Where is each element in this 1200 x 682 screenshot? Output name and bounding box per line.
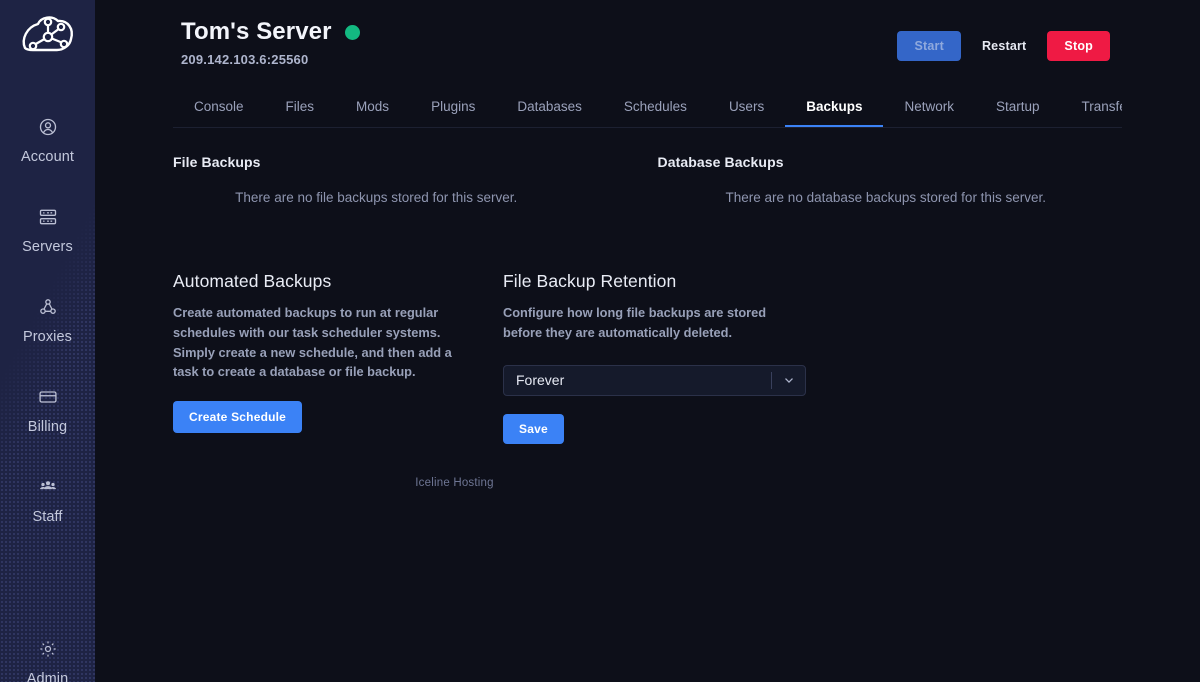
database-backups-section: Database Backups There are no database b…	[648, 154, 1123, 205]
logo-wrap	[0, 0, 95, 78]
tab-startup[interactable]: Startup	[975, 90, 1061, 127]
server-stack-icon	[38, 207, 58, 232]
tab-plugins[interactable]: Plugins	[410, 90, 496, 127]
chevron-down-icon	[772, 373, 805, 387]
sidebar-item-label: Admin	[26, 671, 69, 682]
power-actions: Start Restart Stop	[897, 18, 1110, 61]
sidebar: Account Servers Proxies Billing Staff Ad…	[0, 0, 95, 682]
sidebar-item-label: Proxies	[22, 329, 73, 345]
people-group-icon	[38, 477, 58, 502]
file-backups-section: File Backups There are no file backups s…	[173, 154, 648, 205]
stop-button[interactable]: Stop	[1047, 31, 1110, 61]
create-schedule-button[interactable]: Create Schedule	[173, 401, 303, 434]
gear-icon	[38, 639, 58, 664]
retention-description: Configure how long file backups are stor…	[503, 305, 767, 340]
automated-backups-title: Automated Backups	[173, 271, 332, 291]
save-button[interactable]: Save	[503, 413, 564, 444]
automated-backups-section: Automated Backups Create automated backu…	[173, 271, 503, 444]
tab-mods[interactable]: Mods	[335, 90, 410, 127]
tab-console[interactable]: Console	[173, 90, 265, 127]
user-circle-icon	[38, 117, 58, 142]
server-identity: Tom's Server 209.142.103.6:25560	[181, 18, 360, 67]
database-backups-title: Database Backups	[657, 154, 784, 170]
sidebar-item-account[interactable]: Account	[0, 106, 95, 176]
backups-content: File Backups There are no file backups s…	[95, 128, 1200, 489]
start-button[interactable]: Start	[897, 31, 961, 61]
retention-select-value: Forever	[516, 372, 565, 389]
database-backups-empty: There are no database backups stored for…	[725, 190, 1046, 205]
tab-users[interactable]: Users	[708, 90, 785, 127]
sidebar-item-label: Billing	[27, 419, 68, 435]
restart-button[interactable]: Restart	[978, 31, 1030, 61]
tab-backups[interactable]: Backups	[785, 90, 884, 127]
server-header: Tom's Server 209.142.103.6:25560 Start R…	[95, 0, 1200, 67]
credit-card-icon	[38, 387, 58, 412]
sidebar-item-servers[interactable]: Servers	[0, 196, 95, 266]
app-root: Account Servers Proxies Billing Staff Ad…	[0, 0, 1200, 682]
retention-section: File Backup Retention Configure how long…	[503, 271, 833, 444]
sidebar-nav: Account Servers Proxies Billing Staff Ad…	[0, 78, 95, 682]
automated-backups-description: Create automated backups to run at regul…	[173, 305, 452, 380]
status-badge	[344, 24, 360, 40]
server-tabs: Console Files Mods Plugins Databases Sch…	[173, 90, 1122, 128]
sidebar-item-billing[interactable]: Billing	[0, 376, 95, 446]
server-title-row: Tom's Server	[181, 18, 360, 46]
backup-columns: File Backups There are no file backups s…	[173, 154, 1122, 205]
network-nodes-icon	[38, 297, 58, 322]
tab-files[interactable]: Files	[265, 90, 336, 127]
page-title: Tom's Server	[181, 18, 332, 45]
tab-schedules[interactable]: Schedules	[603, 90, 708, 127]
tab-databases[interactable]: Databases	[496, 90, 603, 127]
sidebar-item-label: Servers	[22, 239, 73, 255]
sidebar-item-proxies[interactable]: Proxies	[0, 286, 95, 356]
sidebar-item-label: Staff	[32, 509, 63, 525]
lower-sections: Automated Backups Create automated backu…	[173, 271, 1122, 444]
sidebar-item-label: Account	[20, 149, 75, 165]
main-area: Tom's Server 209.142.103.6:25560 Start R…	[95, 0, 1200, 682]
file-backups-empty: There are no file backups stored for thi…	[235, 190, 518, 205]
sidebar-item-admin[interactable]: Admin	[0, 628, 95, 682]
tab-network[interactable]: Network	[883, 90, 975, 127]
retention-select[interactable]: Forever	[503, 364, 806, 396]
tabs-list: Console Files Mods Plugins Databases Sch…	[173, 90, 1122, 127]
sidebar-item-staff[interactable]: Staff	[0, 466, 95, 536]
file-backups-title: File Backups	[173, 154, 261, 170]
retention-title: File Backup Retention	[503, 271, 677, 291]
footer-text: Iceline Hosting	[415, 476, 494, 489]
iceline-logo[interactable]	[19, 12, 77, 67]
server-address: 209.142.103.6:25560	[181, 52, 309, 67]
tab-transfer[interactable]: Transfer	[1061, 90, 1122, 127]
